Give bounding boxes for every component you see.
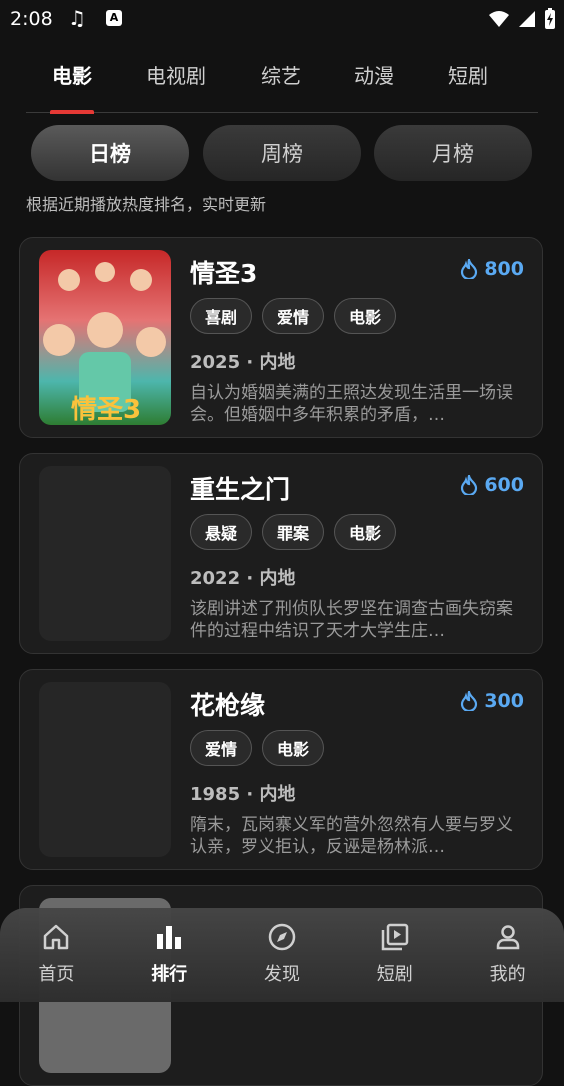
tab-tv[interactable]: 电视剧 — [146, 60, 206, 89]
heat-score: 300 — [460, 690, 524, 712]
item-description: 隋末，瓦岗寨义军的营外忽然有人要与罗义认亲，罗义拒认，反诬是杨林派… — [190, 815, 513, 857]
music-note-icon: ♫ — [68, 6, 86, 30]
bar-chart-icon — [157, 926, 182, 949]
tab-short-drama[interactable]: 短剧 — [448, 60, 488, 89]
nav-home[interactable]: 首页 — [6, 908, 106, 1002]
heat-value: 800 — [484, 258, 524, 280]
nav-label: 我的 — [489, 964, 526, 985]
flame-icon — [461, 475, 478, 495]
period-daily-button[interactable]: 日榜 — [31, 125, 189, 181]
item-description: 自认为婚姻美满的王照达发现生活里一场误会。但婚姻中多年积累的矛盾，… — [190, 383, 513, 425]
tag[interactable]: 电影 — [334, 298, 397, 334]
nav-ranking[interactable]: 排行 — [119, 908, 219, 1002]
active-tab-indicator — [50, 110, 94, 114]
tab-movie[interactable]: 电影 — [52, 60, 92, 89]
ranking-card[interactable]: 花枪缘 300 爱情 电影 1985 · 内地 隋末，瓦岗寨义军的营外忽然有人要… — [19, 669, 543, 870]
tag[interactable]: 电影 — [262, 730, 325, 766]
item-title: 情圣3 — [190, 259, 258, 288]
tag-list: 喜剧 爱情 电影 — [190, 298, 397, 334]
category-tabs: 电影 电视剧 综艺 动漫 短剧 — [26, 56, 538, 114]
flame-icon — [461, 691, 478, 711]
poster-placeholder — [39, 466, 171, 641]
ranking-card[interactable]: 重生之门 600 悬疑 罪案 电影 2022 · 内地 该剧讲述了刑侦队长罗坚在… — [19, 453, 543, 654]
poster-title: 情圣3 — [71, 395, 141, 425]
status-bar: 2:08 ♫ A — [0, 0, 564, 40]
nav-profile[interactable]: 我的 — [458, 908, 558, 1002]
compass-icon — [268, 923, 296, 951]
nav-label: 首页 — [38, 964, 75, 985]
item-title: 重生之门 — [190, 475, 291, 504]
nav-short-drama[interactable]: 短剧 — [345, 908, 445, 1002]
tag[interactable]: 电影 — [334, 514, 397, 550]
period-monthly-button[interactable]: 月榜 — [374, 125, 532, 181]
tag[interactable]: 喜剧 — [190, 298, 253, 334]
nav-label: 短剧 — [376, 964, 413, 985]
heat-value: 600 — [484, 474, 524, 496]
nav-label: 排行 — [151, 964, 188, 985]
tag-list: 悬疑 罪案 电影 — [190, 514, 397, 550]
period-weekly-button[interactable]: 周榜 — [203, 125, 361, 181]
poster-image: 情圣3 — [39, 250, 171, 425]
bottom-nav: 首页 排行 发现 短剧 我的 — [0, 908, 564, 1002]
nav-label: 发现 — [263, 964, 300, 985]
play-library-icon — [381, 923, 409, 951]
item-meta: 1985 · 内地 — [190, 784, 296, 805]
battery-icon — [545, 8, 555, 29]
tag[interactable]: 爱情 — [262, 298, 325, 334]
a-box-icon: A — [106, 10, 122, 26]
poster-placeholder — [39, 682, 171, 857]
ranking-hint: 根据近期播放热度排名，实时更新 — [26, 195, 267, 214]
status-time: 2:08 — [10, 8, 53, 30]
tag-list: 爱情 电影 — [190, 730, 325, 766]
heat-score: 800 — [460, 258, 524, 280]
person-icon — [496, 925, 519, 950]
nav-discover[interactable]: 发现 — [232, 908, 332, 1002]
item-meta: 2022 · 内地 — [190, 568, 296, 589]
tag[interactable]: 悬疑 — [190, 514, 253, 550]
item-description: 该剧讲述了刑侦队长罗坚在调查古画失窃案件的过程中结识了天才大学生庄… — [190, 599, 513, 641]
signal-icon — [519, 11, 535, 27]
flame-icon — [461, 259, 478, 279]
item-title: 花枪缘 — [190, 691, 266, 720]
item-meta: 2025 · 内地 — [190, 352, 296, 373]
heat-value: 300 — [484, 690, 524, 712]
tab-anime[interactable]: 动漫 — [354, 60, 394, 89]
poster-art: 情圣3 — [43, 262, 166, 425]
tag[interactable]: 罪案 — [262, 514, 325, 550]
heat-score: 600 — [460, 474, 524, 496]
home-icon — [44, 924, 69, 950]
tag[interactable]: 爱情 — [190, 730, 253, 766]
tab-variety[interactable]: 综艺 — [261, 60, 301, 89]
wifi-icon — [489, 11, 509, 27]
ranking-card[interactable]: 情圣3 情圣3 800 喜剧 爱情 电影 2025 · 内地 自认为婚姻美满的王… — [19, 237, 543, 438]
